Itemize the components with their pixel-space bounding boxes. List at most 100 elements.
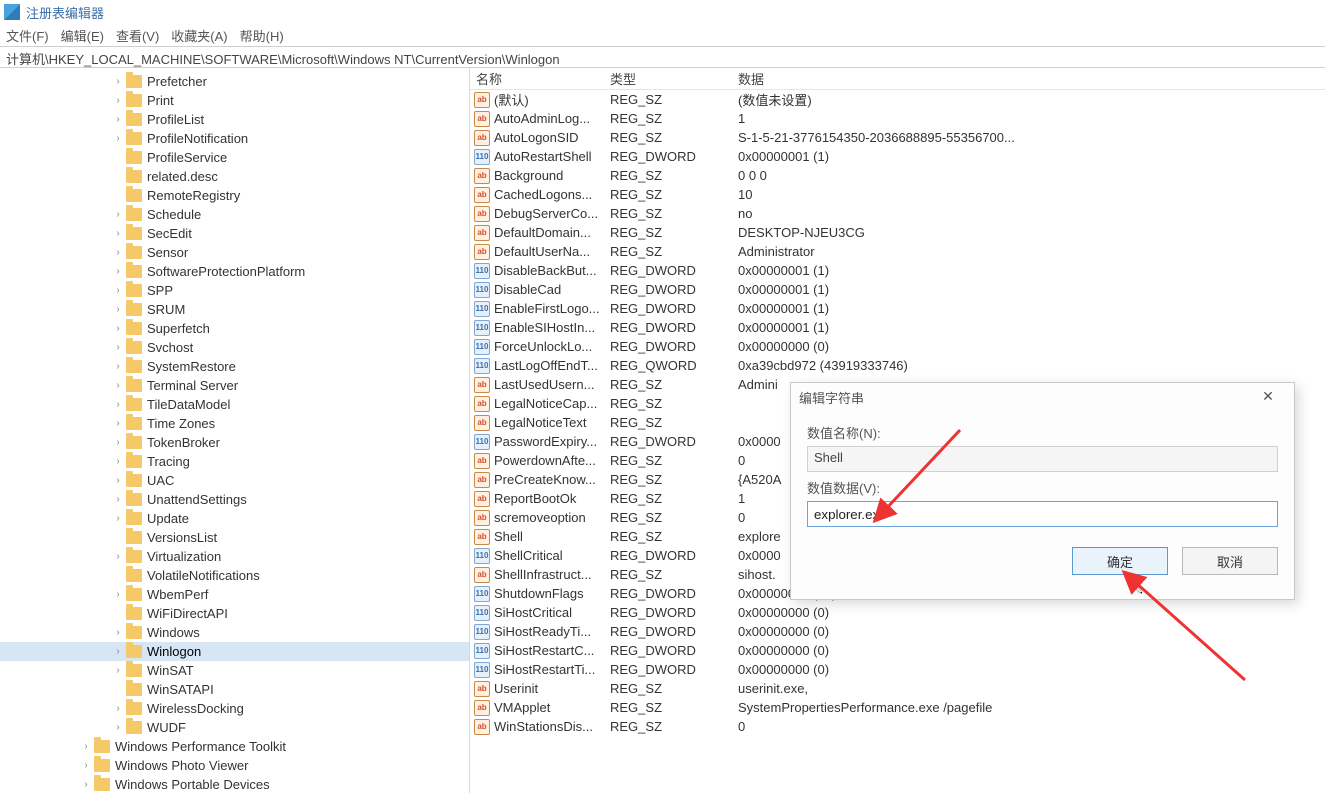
tree-item[interactable]: ›Sensor — [0, 243, 469, 262]
expander-icon[interactable]: › — [112, 418, 124, 429]
expander-icon[interactable]: › — [112, 133, 124, 144]
value-data-input[interactable] — [807, 501, 1278, 527]
expander-icon[interactable]: › — [112, 703, 124, 714]
tree-item[interactable]: ›UAC — [0, 471, 469, 490]
tree-item[interactable]: ›Virtualization — [0, 547, 469, 566]
tree-item[interactable]: ›Update — [0, 509, 469, 528]
list-row[interactable]: 110DisableCadREG_DWORD0x00000001 (1) — [470, 280, 1325, 299]
expander-icon[interactable]: › — [112, 361, 124, 372]
tree-item[interactable]: ›Windows — [0, 623, 469, 642]
tree-item[interactable]: ›Print — [0, 91, 469, 110]
ok-button[interactable]: 确定 — [1072, 547, 1168, 575]
tree-item[interactable]: WinSATAPI — [0, 680, 469, 699]
expander-icon[interactable]: › — [112, 551, 124, 562]
expander-icon[interactable]: › — [112, 627, 124, 638]
tree-item[interactable]: VolatileNotifications — [0, 566, 469, 585]
expander-icon[interactable]: › — [80, 741, 92, 752]
expander-icon[interactable]: › — [112, 589, 124, 600]
col-header-type[interactable]: 类型 — [610, 69, 738, 88]
expander-icon[interactable]: › — [112, 494, 124, 505]
list-row[interactable]: abDefaultDomain...REG_SZDESKTOP-NJEU3CG — [470, 223, 1325, 242]
expander-icon[interactable]: › — [112, 266, 124, 277]
tree-item[interactable]: ›TokenBroker — [0, 433, 469, 452]
list-row[interactable]: 110DisableBackBut...REG_DWORD0x00000001 … — [470, 261, 1325, 280]
tree-item[interactable]: RemoteRegistry — [0, 186, 469, 205]
tree-item[interactable]: ›Windows Performance Toolkit — [0, 737, 469, 756]
tree-item[interactable]: ProfileService — [0, 148, 469, 167]
close-icon[interactable]: ✕ — [1250, 386, 1286, 408]
expander-icon[interactable]: › — [112, 665, 124, 676]
list-row[interactable]: 110SiHostCriticalREG_DWORD0x00000000 (0) — [470, 603, 1325, 622]
tree-item[interactable]: ›Terminal Server — [0, 376, 469, 395]
list-row[interactable]: 110ForceUnlockLo...REG_DWORD0x00000000 (… — [470, 337, 1325, 356]
list-row[interactable]: abAutoLogonSIDREG_SZS-1-5-21-3776154350-… — [470, 128, 1325, 147]
list-row[interactable]: abBackgroundREG_SZ0 0 0 — [470, 166, 1325, 185]
list-row[interactable]: abUserinitREG_SZuserinit.exe, — [470, 679, 1325, 698]
tree-item[interactable]: ›SoftwareProtectionPlatform — [0, 262, 469, 281]
list-row[interactable]: 110SiHostRestartC...REG_DWORD0x00000000 … — [470, 641, 1325, 660]
menu-file[interactable]: 文件(F) — [6, 26, 49, 45]
address-bar[interactable]: 计算机\HKEY_LOCAL_MACHINE\SOFTWARE\Microsof… — [0, 46, 1325, 68]
expander-icon[interactable]: › — [112, 285, 124, 296]
tree-item[interactable]: ›WUDF — [0, 718, 469, 737]
list-row[interactable]: ab(默认)REG_SZ(数值未设置) — [470, 90, 1325, 109]
list-row[interactable]: 110LastLogOffEndT...REG_QWORD0xa39cbd972… — [470, 356, 1325, 375]
tree-item[interactable]: ›WinSAT — [0, 661, 469, 680]
tree-item[interactable]: ›Time Zones — [0, 414, 469, 433]
expander-icon[interactable]: › — [112, 228, 124, 239]
list-row[interactable]: 110EnableFirstLogo...REG_DWORD0x00000001… — [470, 299, 1325, 318]
col-header-name[interactable]: 名称 — [470, 69, 610, 88]
expander-icon[interactable]: › — [112, 342, 124, 353]
dialog-titlebar[interactable]: 编辑字符串 ✕ — [791, 383, 1294, 411]
list-row[interactable]: abVMAppletREG_SZSystemPropertiesPerforma… — [470, 698, 1325, 717]
expander-icon[interactable]: › — [112, 646, 124, 657]
list-row[interactable]: 110EnableSIHostIn...REG_DWORD0x00000001 … — [470, 318, 1325, 337]
tree-item[interactable]: ›Tracing — [0, 452, 469, 471]
tree-item[interactable]: ›TileDataModel — [0, 395, 469, 414]
tree-item[interactable]: ›ProfileNotification — [0, 129, 469, 148]
expander-icon[interactable]: › — [112, 456, 124, 467]
menu-edit[interactable]: 编辑(E) — [61, 26, 104, 45]
expander-icon[interactable]: › — [112, 247, 124, 258]
expander-icon[interactable]: › — [80, 760, 92, 771]
menu-help[interactable]: 帮助(H) — [240, 26, 284, 45]
list-row[interactable]: 110SiHostRestartTi...REG_DWORD0x00000000… — [470, 660, 1325, 679]
list-row[interactable]: abWinStationsDis...REG_SZ0 — [470, 717, 1325, 736]
tree-item[interactable]: ›Winlogon — [0, 642, 469, 661]
expander-icon[interactable]: › — [112, 304, 124, 315]
expander-icon[interactable]: › — [112, 722, 124, 733]
expander-icon[interactable]: › — [112, 95, 124, 106]
list-row[interactable]: abDebugServerCo...REG_SZno — [470, 204, 1325, 223]
cancel-button[interactable]: 取消 — [1182, 547, 1278, 575]
registry-tree[interactable]: ›Prefetcher›Print›ProfileList›ProfileNot… — [0, 68, 470, 793]
tree-item[interactable]: ›WirelessDocking — [0, 699, 469, 718]
tree-item[interactable]: VersionsList — [0, 528, 469, 547]
tree-item[interactable]: WiFiDirectAPI — [0, 604, 469, 623]
tree-item[interactable]: ›Schedule — [0, 205, 469, 224]
tree-item[interactable]: ›UnattendSettings — [0, 490, 469, 509]
list-row[interactable]: abAutoAdminLog...REG_SZ1 — [470, 109, 1325, 128]
tree-item[interactable]: ›Windows Photo Viewer — [0, 756, 469, 775]
menu-favorites[interactable]: 收藏夹(A) — [171, 26, 227, 45]
list-row[interactable]: 110SiHostReadyTi...REG_DWORD0x00000000 (… — [470, 622, 1325, 641]
list-row[interactable]: abDefaultUserNa...REG_SZAdministrator — [470, 242, 1325, 261]
expander-icon[interactable]: › — [112, 380, 124, 391]
tree-item[interactable]: ›SecEdit — [0, 224, 469, 243]
expander-icon[interactable]: › — [112, 475, 124, 486]
expander-icon[interactable]: › — [112, 399, 124, 410]
tree-item[interactable]: ›Superfetch — [0, 319, 469, 338]
expander-icon[interactable]: › — [80, 779, 92, 790]
expander-icon[interactable]: › — [112, 76, 124, 87]
tree-item[interactable]: ›Svchost — [0, 338, 469, 357]
tree-item[interactable]: ›SPP — [0, 281, 469, 300]
tree-item[interactable]: related.desc — [0, 167, 469, 186]
tree-item[interactable]: ›ProfileList — [0, 110, 469, 129]
tree-item[interactable]: ›WbemPerf — [0, 585, 469, 604]
tree-item[interactable]: ›Windows Portable Devices — [0, 775, 469, 793]
expander-icon[interactable]: › — [112, 114, 124, 125]
tree-item[interactable]: ›SystemRestore — [0, 357, 469, 376]
col-header-data[interactable]: 数据 — [738, 69, 1325, 88]
expander-icon[interactable]: › — [112, 437, 124, 448]
menu-view[interactable]: 查看(V) — [116, 26, 159, 45]
tree-item[interactable]: ›SRUM — [0, 300, 469, 319]
